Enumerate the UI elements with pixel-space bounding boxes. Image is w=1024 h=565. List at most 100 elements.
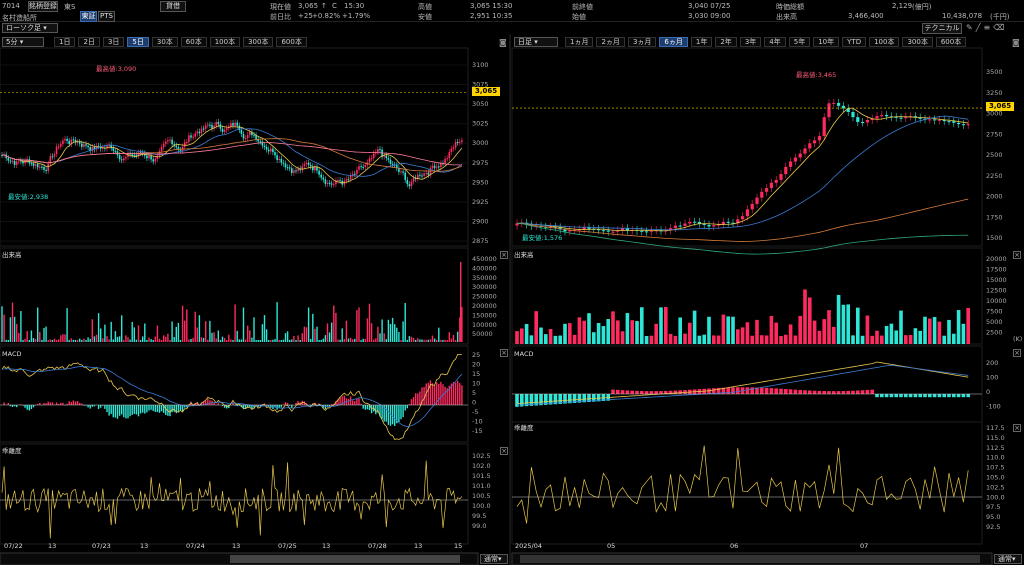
macd-histogram: [43, 403, 45, 405]
right-volume-tick: 12500: [986, 287, 1007, 295]
left-volume-tick: 250000: [472, 293, 497, 301]
macd-histogram: [788, 389, 793, 394]
candle: [688, 221, 692, 224]
candle: [368, 158, 371, 163]
volume-bar: [129, 339, 131, 342]
candle: [427, 172, 430, 175]
volume-bar: [880, 335, 884, 344]
candle: [861, 122, 865, 124]
close-icon[interactable]: ×: [500, 447, 508, 455]
volume-bar: [421, 339, 423, 342]
volume-bar: [152, 340, 154, 342]
volume-bar: [114, 331, 117, 342]
volume-bar: [515, 331, 519, 344]
candle: [13, 160, 16, 165]
candle: [339, 180, 341, 182]
volume-bar: [18, 332, 20, 342]
volume-bar: [635, 321, 639, 344]
chart-canvas[interactable]: 3100307530503025300029752950292529002875…: [0, 0, 1024, 565]
camera-icon[interactable]: ◙: [499, 38, 507, 47]
candle: [51, 156, 54, 158]
volume-bar: [196, 327, 198, 342]
candle: [402, 171, 404, 173]
volume-bar: [611, 311, 615, 344]
right-dev-tick: 102.5: [986, 483, 1005, 491]
macd-histogram: [928, 394, 932, 398]
volume-bar: [417, 338, 419, 342]
left-price-tick: 3000: [472, 139, 489, 147]
right-volume-tick: 10000: [986, 297, 1007, 305]
candle: [41, 166, 43, 168]
volume-bar: [942, 335, 946, 344]
camera-icon[interactable]: ◙: [1012, 38, 1020, 47]
volume-bar: [337, 339, 339, 342]
candle: [249, 131, 251, 136]
candle: [440, 163, 442, 168]
macd-histogram: [169, 405, 171, 417]
volume-bar: [64, 334, 66, 342]
candle: [354, 173, 356, 175]
volume-bar: [286, 331, 289, 342]
candle: [270, 148, 272, 152]
left-price-tick: 3050: [472, 100, 489, 108]
close-icon[interactable]: ×: [1013, 424, 1021, 432]
volume-bar: [341, 328, 343, 342]
close-icon[interactable]: ×: [500, 251, 508, 259]
macd-histogram: [366, 405, 369, 410]
macd-histogram: [966, 394, 970, 398]
volume-bar: [644, 335, 649, 344]
left-footer-select[interactable]: 通常▾: [480, 554, 508, 564]
candle: [444, 158, 446, 164]
volume-bar: [39, 331, 41, 342]
macd-histogram: [640, 390, 644, 394]
macd-histogram: [937, 394, 942, 398]
left-price-tick: 3025: [472, 120, 489, 128]
volume-bar: [750, 335, 754, 344]
volume-bar: [24, 338, 26, 342]
candle: [194, 133, 196, 137]
macd-histogram: [431, 383, 434, 405]
macd-histogram: [3, 402, 5, 405]
volume-bar: [918, 330, 922, 344]
candle: [765, 188, 769, 192]
candle: [284, 163, 287, 168]
left-navigator-thumb: [230, 555, 460, 563]
macd-histogram: [918, 394, 922, 398]
candle: [219, 124, 222, 129]
close-icon[interactable]: ×: [500, 349, 508, 357]
candle: [160, 147, 163, 152]
macd-histogram: [375, 405, 377, 415]
candle: [784, 166, 788, 175]
left-x-tick: 07/25: [278, 542, 297, 550]
left-x-tick: 13: [140, 542, 148, 550]
right-dev-tick: 112.5: [986, 444, 1005, 452]
close-icon[interactable]: ×: [1013, 349, 1021, 357]
candle: [320, 174, 322, 178]
candle: [215, 122, 217, 126]
volume-bar: [904, 335, 908, 344]
volume-bar: [937, 321, 942, 344]
macd-histogram: [779, 388, 783, 394]
volume-bar: [154, 336, 156, 342]
macd-histogram: [135, 405, 138, 415]
macd-histogram: [875, 394, 879, 398]
candle: [7, 158, 10, 161]
macd-histogram: [74, 401, 77, 405]
right-footer-select[interactable]: 通常▾: [994, 554, 1022, 564]
volume-bar: [373, 339, 375, 342]
candle: [423, 173, 425, 176]
candle: [885, 114, 889, 117]
candle: [280, 158, 283, 163]
macd-histogram: [803, 390, 807, 394]
volume-bar: [74, 339, 77, 342]
volume-bar: [620, 331, 625, 344]
candle: [377, 149, 379, 153]
close-icon[interactable]: ×: [1013, 251, 1021, 259]
left-dev-tick: 99.5: [472, 512, 486, 520]
macd-histogram: [89, 405, 91, 409]
volume-bar: [383, 333, 385, 342]
macd-histogram: [362, 405, 364, 409]
left-macd-tick: 25: [472, 351, 480, 359]
candle: [259, 141, 262, 143]
macd-histogram: [104, 405, 106, 409]
